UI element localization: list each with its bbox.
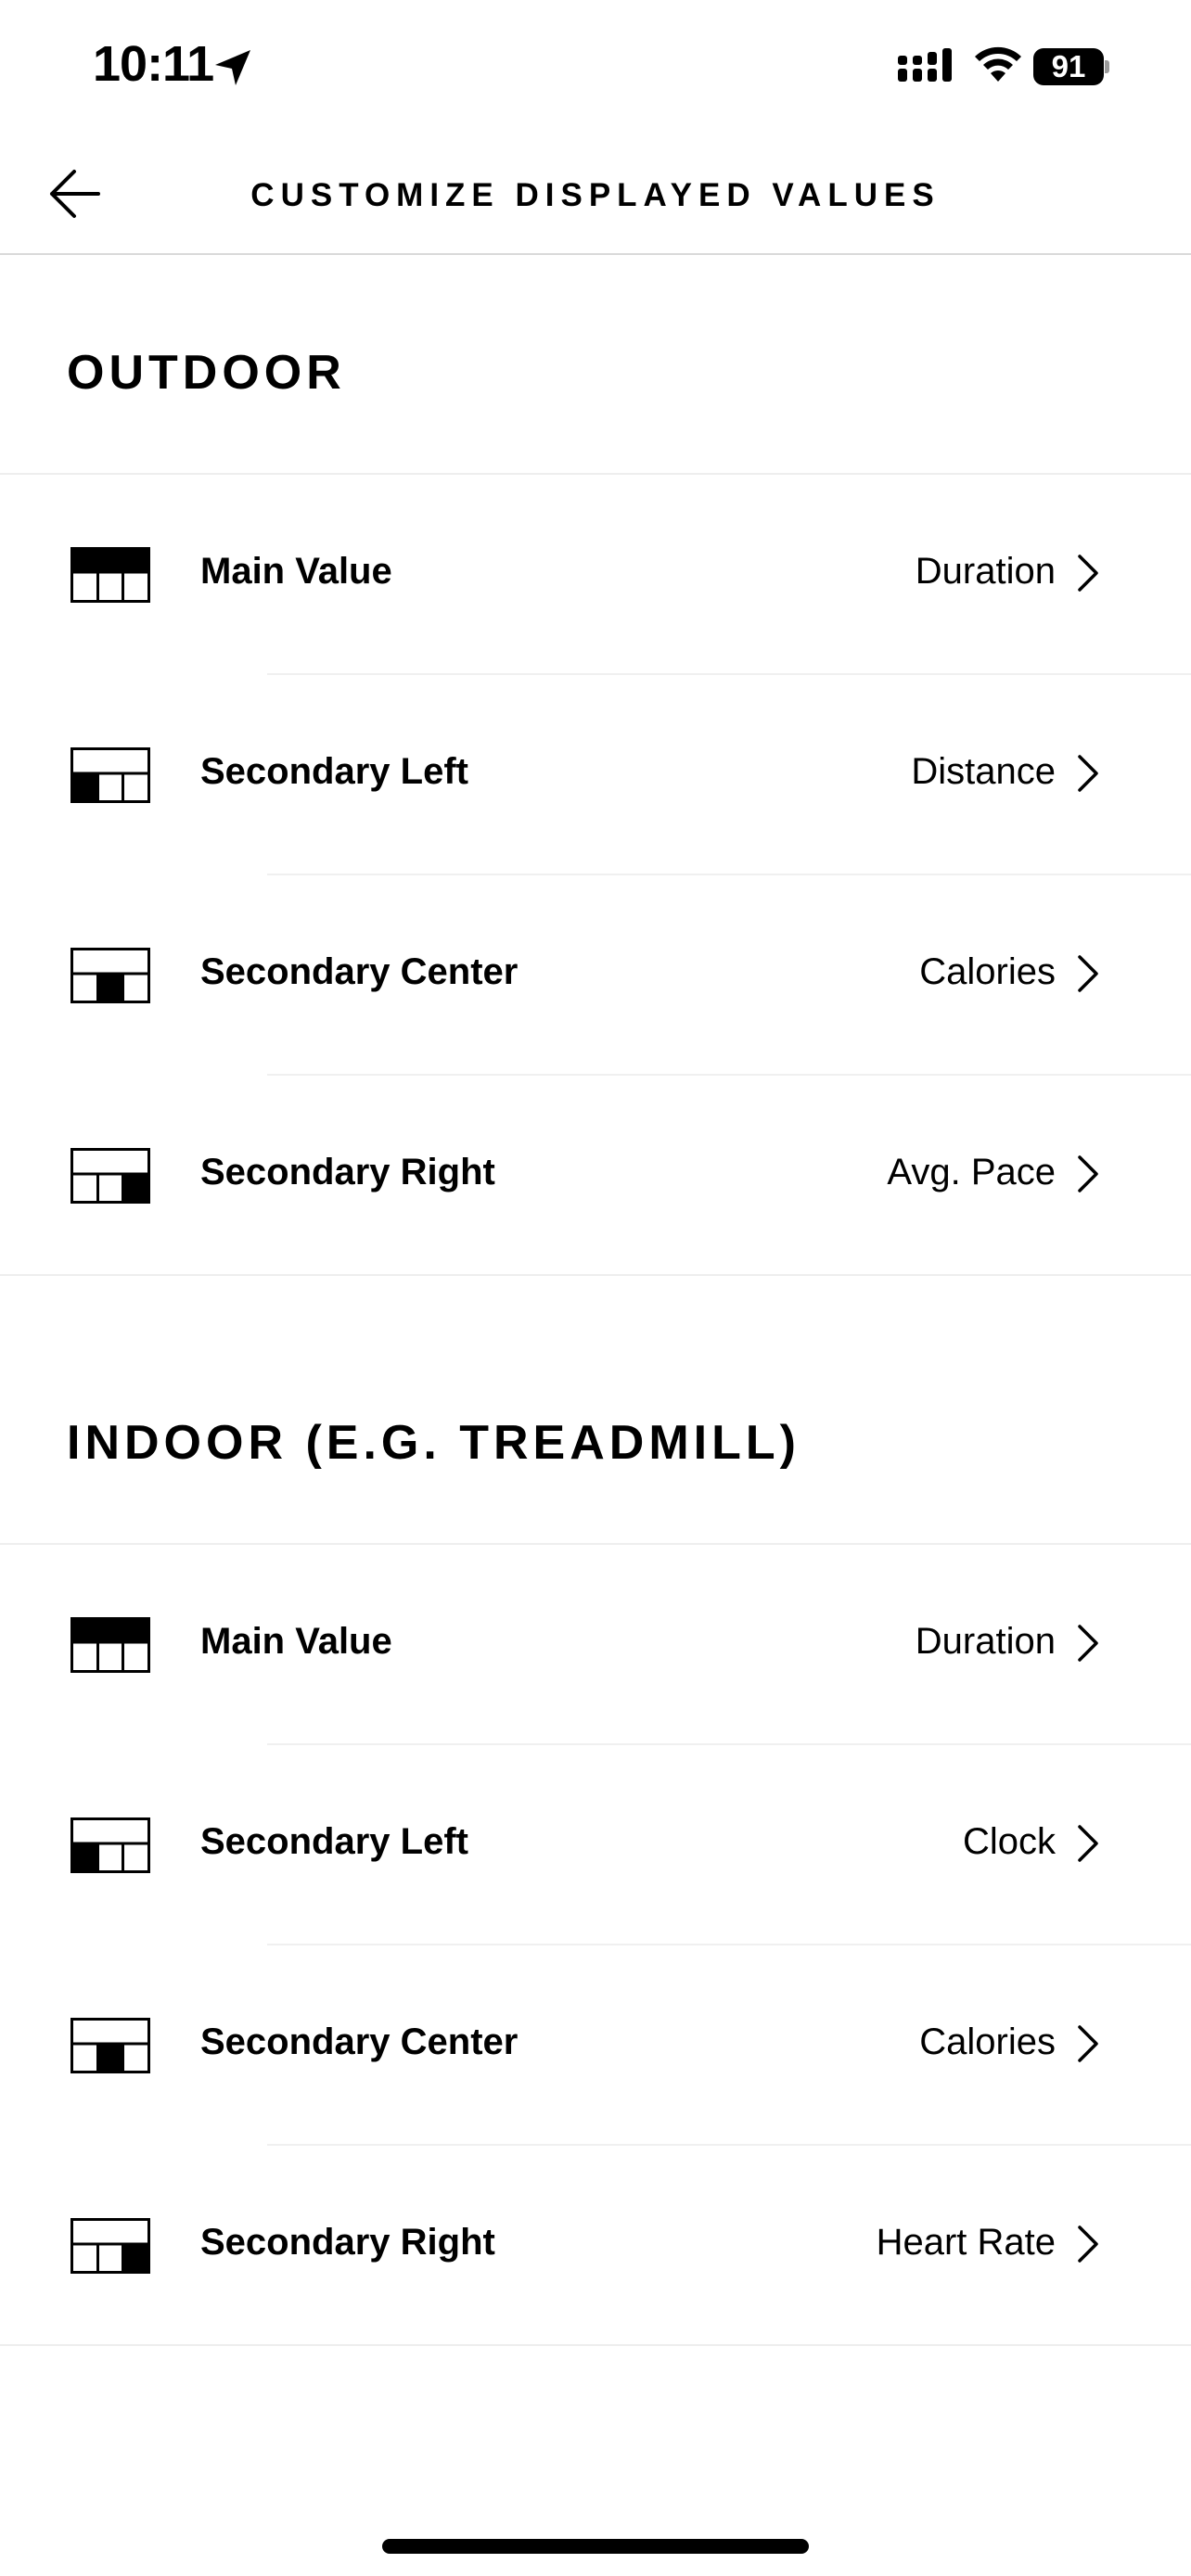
row-label: Secondary Center [200,2021,519,2062]
row-value: Calories [919,951,1056,992]
cellular-signal-icon [898,48,959,85]
status-bar: 10:11 91 [0,0,1191,134]
row-label: Main Value [200,551,392,592]
row-indoor-secondary-right[interactable]: Secondary Right Heart Rate [0,2146,1191,2346]
row-label: Secondary Left [200,751,468,792]
row-value: Duration [915,1621,1056,1662]
layout-center-icon [70,948,150,1003]
battery-icon: 91 [1033,48,1109,85]
row-indoor-secondary-left[interactable]: Secondary Left Clock [0,1745,1191,1945]
row-outdoor-main-value[interactable]: Main Value Duration [0,475,1191,675]
row-divider [0,2344,1191,2346]
location-arrow-icon [211,46,254,89]
chevron-right-icon [1076,1154,1100,1194]
section-title-indoor: INDOOR (E.G. TREADMILL) [67,1416,800,1470]
row-indoor-main-value[interactable]: Main Value Duration [0,1545,1191,1745]
row-value: Calories [919,2021,1056,2062]
row-outdoor-secondary-right[interactable]: Secondary Right Avg. Pace [0,1076,1191,1276]
row-label: Secondary Left [200,1821,468,1862]
battery-cap [1105,60,1109,73]
row-label: Main Value [200,1621,392,1662]
row-outdoor-secondary-center[interactable]: Secondary Center Calories [0,875,1191,1076]
page-title: CUSTOMIZE DISPLAYED VALUES [250,177,941,213]
layout-right-icon [70,1148,150,1204]
chevron-right-icon [1076,1823,1100,1864]
chevron-right-icon [1076,2224,1100,2264]
battery-level: 91 [1033,48,1104,85]
navigation-header: CUSTOMIZE DISPLAYED VALUES [0,134,1191,255]
chevron-right-icon [1076,2023,1100,2064]
row-value: Clock [962,1821,1056,1862]
chevron-right-icon [1076,1623,1100,1664]
layout-center-icon [70,2018,150,2073]
chevron-right-icon [1076,553,1100,593]
section-title-outdoor: OUTDOOR [67,346,346,400]
layout-left-icon [70,1817,150,1873]
status-time: 10:11 [93,36,214,92]
row-label: Secondary Center [200,951,519,992]
row-value: Heart Rate [876,2222,1056,2263]
row-label: Secondary Right [200,1152,495,1192]
layout-left-icon [70,747,150,803]
row-value: Duration [915,551,1056,592]
row-label: Secondary Right [200,2222,495,2263]
chevron-right-icon [1076,753,1100,794]
row-divider [0,1274,1191,1276]
row-value: Distance [911,751,1056,792]
layout-main-icon [70,1617,150,1673]
layout-right-icon [70,2218,150,2274]
row-outdoor-secondary-left[interactable]: Secondary Left Distance [0,675,1191,875]
layout-main-icon [70,547,150,603]
row-value: Avg. Pace [887,1152,1056,1192]
row-indoor-secondary-center[interactable]: Secondary Center Calories [0,1945,1191,2146]
wifi-icon [974,45,1022,83]
chevron-right-icon [1076,953,1100,994]
home-indicator[interactable] [382,2539,809,2554]
